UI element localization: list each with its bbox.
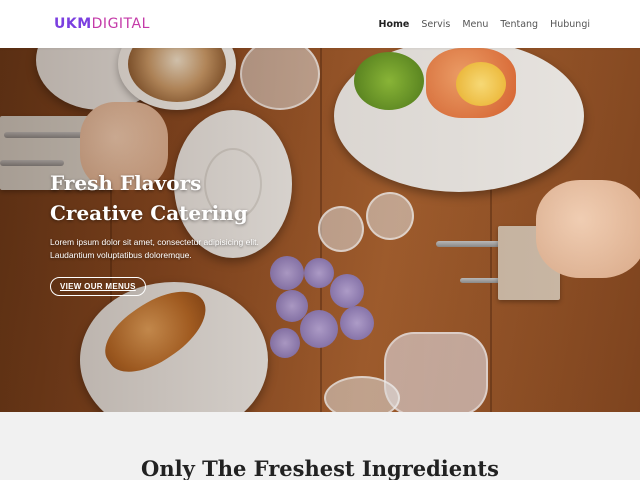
brand-logo-part1: UKM [54, 16, 92, 32]
nav-item-hubungi[interactable]: Hubungi [550, 19, 590, 30]
brand-logo[interactable]: UKM DIGITAL [54, 16, 150, 32]
hero-title: Fresh Flavors Creative Catering [50, 168, 248, 228]
nav-item-menu[interactable]: Menu [462, 19, 488, 30]
main-nav: Home Servis Menu Tentang Hubungi [379, 19, 591, 30]
hero-title-line1: Fresh Flavors [50, 171, 202, 195]
hero-description: Lorem ipsum dolor sit amet, consectetur … [50, 237, 259, 260]
ingredients-section: Only The Freshest Ingredients [0, 412, 640, 480]
nav-item-tentang[interactable]: Tentang [500, 19, 538, 30]
hero-title-line2: Creative Catering [50, 201, 248, 225]
top-navbar: UKM DIGITAL Home Servis Menu Tentang Hubu… [0, 0, 640, 48]
brand-logo-part2: DIGITAL [91, 16, 150, 32]
hero-section: Fresh Flavors Creative Catering Lorem ip… [0, 48, 640, 412]
nav-item-home[interactable]: Home [379, 19, 410, 30]
section-title: Only The Freshest Ingredients [141, 456, 499, 480]
view-menus-button[interactable]: VIEW OUR MENUS [50, 277, 146, 296]
nav-item-servis[interactable]: Servis [421, 19, 450, 30]
hero-overlay [0, 48, 640, 412]
